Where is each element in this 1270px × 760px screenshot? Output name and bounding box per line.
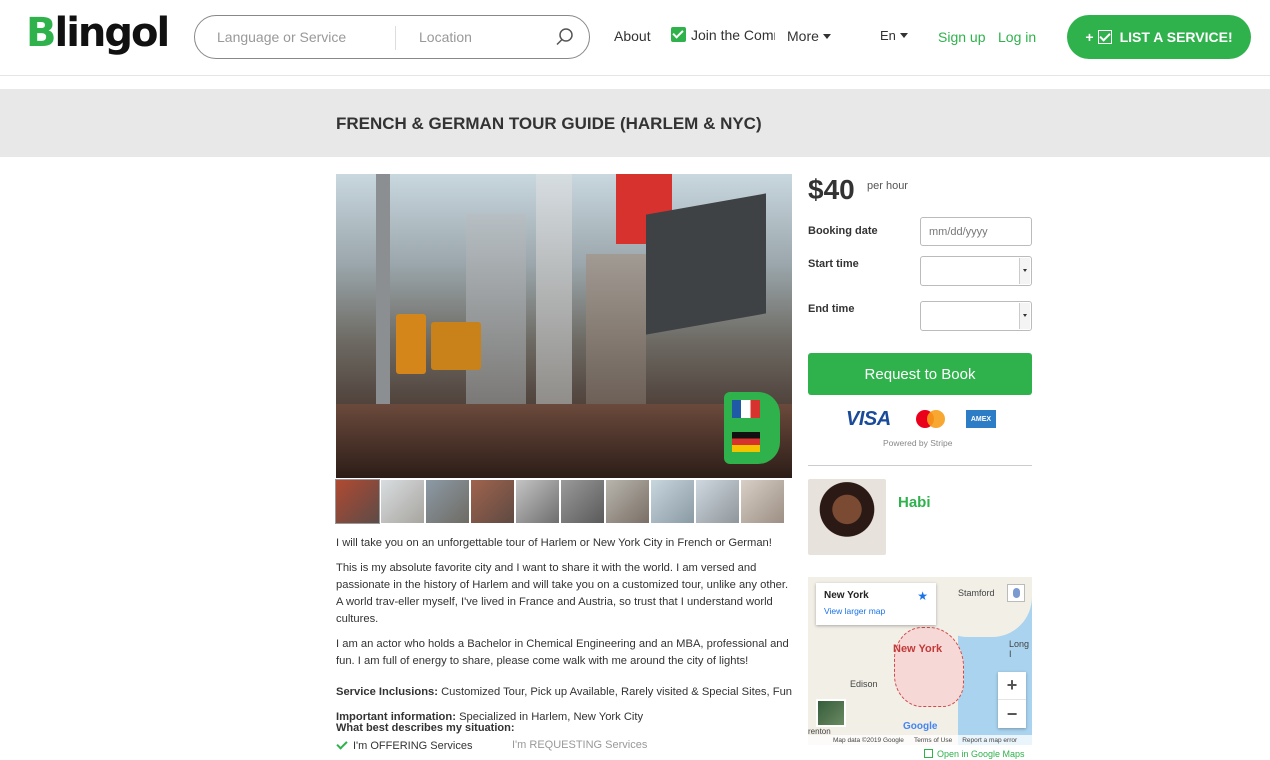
caret-down-icon (899, 33, 908, 38)
search-bar (194, 15, 590, 59)
report-map-error-link[interactable]: Report a map error (962, 737, 1017, 744)
map-zoom-controls: + − (998, 672, 1026, 728)
photo-thumbnails (335, 479, 784, 524)
zoom-out-button[interactable]: − (998, 700, 1026, 728)
map-label: New York (893, 643, 943, 655)
open-in-google-maps-link[interactable]: Open in Google Maps (924, 749, 1025, 759)
description-paragraph: I will take you on an unforgettable tour… (336, 537, 772, 549)
map-label: Long I (1009, 639, 1030, 659)
photo-traffic-light (431, 322, 481, 370)
description-paragraph: This is my absolute favorite city and I … (336, 562, 789, 625)
map-label: Edison (850, 679, 878, 689)
terms-link[interactable]: Terms of Use (914, 737, 952, 744)
language-selector[interactable]: En (880, 28, 908, 43)
nav-more-dropdown[interactable]: More (787, 28, 831, 44)
nav-about-link[interactable]: About (614, 28, 651, 44)
photo-banner (646, 193, 766, 335)
offering-label: I'm OFFERING Services (353, 740, 473, 752)
inclusions-label: Service Inclusions: (336, 686, 438, 698)
photo-thumbnail[interactable] (516, 480, 559, 523)
language-search-input[interactable] (217, 24, 387, 50)
photo-thumbnail[interactable] (471, 480, 514, 523)
listing-description: I will take you on an unforgettable tour… (336, 535, 792, 734)
end-time-select[interactable] (920, 301, 1032, 331)
map-label: Stamford (958, 588, 995, 598)
photo-thumbnail[interactable] (561, 480, 604, 523)
divider (808, 465, 1032, 466)
amex-logo-icon: AMEX (966, 410, 996, 428)
map-info-card: New York View larger map ★ (816, 583, 936, 625)
situation-requesting-option: I'm REQUESTING Services (512, 739, 648, 751)
view-larger-map-link[interactable]: View larger map (824, 606, 885, 616)
top-header: Blingol About Join the Community More En… (0, 0, 1270, 76)
search-divider (395, 26, 396, 50)
map-region-highlight (894, 627, 964, 707)
powered-by-stripe: Powered by Stripe (883, 438, 953, 448)
checkmark-icon (336, 738, 348, 750)
photo-thumbnail[interactable] (426, 480, 469, 523)
external-link-icon (924, 749, 933, 758)
pegman-icon[interactable] (1007, 584, 1025, 602)
description-paragraph: I am an actor who holds a Bachelor in Ch… (336, 638, 789, 667)
photo-thumbnail[interactable] (335, 479, 380, 524)
select-arrow-icon (1019, 303, 1030, 329)
price: $40 (808, 174, 855, 205)
service-inclusions: Service Inclusions: Customized Tour, Pic… (336, 684, 792, 701)
request-to-book-button[interactable]: Request to Book (808, 353, 1032, 395)
price-unit: per hour (867, 180, 908, 192)
inclusions-value: Customized Tour, Pick up Available, Rare… (441, 686, 793, 698)
page-title: FRENCH & GERMAN TOUR GUIDE (HARLEM & NYC… (336, 114, 762, 133)
host-avatar[interactable] (808, 479, 886, 555)
checkbox-icon (1097, 30, 1112, 44)
blingol-logo[interactable]: Blingol (26, 10, 170, 56)
satellite-toggle[interactable] (816, 699, 846, 727)
signup-link[interactable]: Sign up (938, 29, 985, 45)
end-time-label: End time (808, 303, 855, 315)
map-data-text: Map data ©2019 Google (833, 736, 904, 744)
login-link[interactable]: Log in (998, 29, 1036, 45)
checkbox-icon (671, 27, 686, 42)
select-arrow-icon (1019, 258, 1030, 284)
booking-date-input[interactable]: mm/dd/yyyy (920, 217, 1032, 246)
situation-label: What best describes my situation: (336, 722, 515, 734)
title-band: FRENCH & GERMAN TOUR GUIDE (HARLEM & NYC… (0, 89, 1270, 157)
photo-building (536, 174, 572, 414)
language-label: En (880, 28, 896, 43)
language-flags-badge (724, 392, 780, 464)
star-icon[interactable]: ★ (917, 589, 928, 603)
caret-down-icon (822, 34, 831, 39)
photo-thumbnail[interactable] (651, 480, 694, 523)
start-time-label: Start time (808, 258, 859, 270)
listing-main-photo[interactable] (336, 174, 792, 478)
more-label: More (787, 28, 819, 44)
map-footer: Map data ©2019 Google Terms of Use Repor… (808, 735, 1032, 745)
list-a-service-button[interactable]: + LIST A SERVICE! (1067, 15, 1251, 59)
open-google-maps-label: Open in Google Maps (937, 749, 1025, 759)
zoom-in-button[interactable]: + (998, 672, 1026, 700)
nav-join-community-link[interactable]: Join the Community (671, 27, 775, 43)
map-place-name: New York (824, 590, 869, 601)
host-name-link[interactable]: Habi (898, 494, 931, 511)
booking-date-label: Booking date (808, 225, 878, 237)
visa-logo-icon: VISA (846, 408, 891, 430)
start-time-select[interactable] (920, 256, 1032, 286)
google-logo: Google (903, 721, 938, 732)
photo-thumbnail[interactable] (741, 480, 784, 523)
mastercard-logo-icon (916, 410, 946, 428)
list-service-label: LIST A SERVICE! (1119, 29, 1233, 45)
german-flag-icon (732, 432, 760, 452)
date-placeholder: mm/dd/yyyy (929, 226, 988, 238)
photo-thumbnail[interactable] (606, 480, 649, 523)
location-map[interactable]: New York View larger map ★ Stamford New … (808, 577, 1032, 745)
plus-icon: + (1085, 29, 1094, 45)
situation-offering-option: I'm OFFERING Services (336, 738, 473, 752)
french-flag-icon (732, 400, 760, 418)
location-search-input[interactable] (419, 24, 549, 50)
search-icon[interactable] (555, 27, 575, 47)
photo-thumbnail[interactable] (381, 480, 424, 523)
join-label: Join the Community (691, 27, 775, 43)
photo-traffic-light (396, 314, 426, 374)
photo-thumbnail[interactable] (696, 480, 739, 523)
